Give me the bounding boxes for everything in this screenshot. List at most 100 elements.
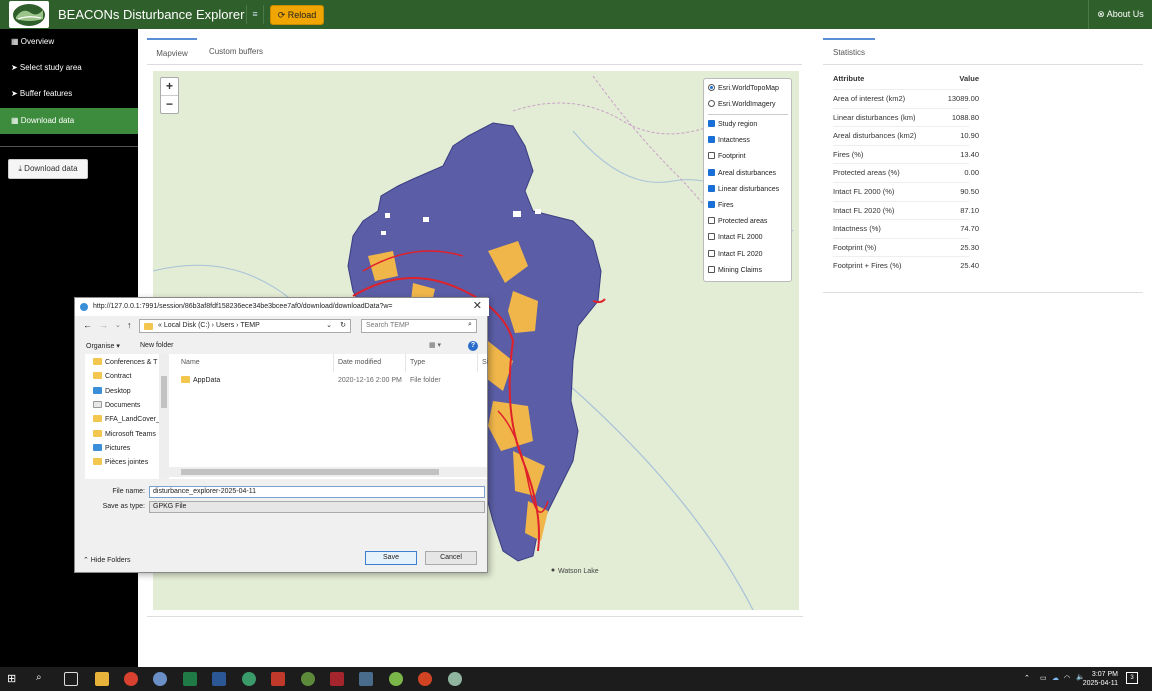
basemap-option-worldimagery[interactable]: Esri.WorldImagery: [708, 99, 775, 111]
stat-attribute: Footprint + Fires (%): [833, 261, 902, 270]
file-row-name[interactable]: AppData: [181, 374, 220, 388]
stat-value: 25.30: [960, 243, 979, 252]
tab-statistics[interactable]: Statistics: [823, 38, 875, 65]
chevron-down-icon[interactable]: ⌄: [326, 320, 332, 332]
file-name: AppData: [193, 377, 221, 384]
notifications-icon[interactable]: 3: [1126, 672, 1138, 684]
save-button[interactable]: Save: [365, 551, 417, 565]
column-header-type[interactable]: Type: [410, 356, 425, 370]
sidebar-item-buffer-features[interactable]: ➤ Buffer features: [0, 81, 138, 107]
app-icon[interactable]: [242, 672, 256, 686]
network-icon[interactable]: ▭: [1040, 674, 1047, 682]
help-icon[interactable]: ?: [468, 341, 478, 351]
task-view-icon[interactable]: [64, 672, 78, 686]
search-input[interactable]: Search TEMP: [361, 319, 477, 333]
column-header-name[interactable]: Name: [181, 356, 200, 370]
checkbox-checked-icon[interactable]: [708, 119, 715, 127]
checkbox-checked-icon[interactable]: [708, 184, 715, 192]
sidebar-item-overview[interactable]: ▦ Overview: [0, 29, 138, 55]
tree-item-label: Conferences & T: [105, 359, 158, 366]
folder-tree: Conferences & T Contract Desktop Documen…: [85, 354, 169, 479]
layer-toggle-fires[interactable]: Fires: [708, 200, 734, 212]
r-app-icon[interactable]: [153, 672, 167, 686]
reload-button[interactable]: ⟳ Reload: [270, 5, 324, 25]
radio-icon[interactable]: [708, 99, 715, 107]
app-icon[interactable]: [301, 672, 315, 686]
forward-arrow-icon[interactable]: →: [99, 320, 108, 330]
app-icon[interactable]: [448, 672, 462, 686]
download-data-button[interactable]: ⤓ Download data: [8, 159, 88, 179]
new-folder-button[interactable]: New folder: [140, 342, 173, 349]
chrome-icon[interactable]: [124, 672, 138, 686]
layer-toggle-protected-areas[interactable]: Protected areas: [708, 216, 767, 228]
close-icon[interactable]: ✕: [473, 299, 482, 312]
organise-button[interactable]: Organise ▾: [86, 342, 120, 350]
folder-icon: [93, 357, 102, 365]
layer-toggle-areal-disturbances[interactable]: Areal disturbances: [708, 168, 776, 180]
column-header-size[interactable]: Si: [482, 356, 488, 370]
search-icon[interactable]: ⌕: [36, 672, 50, 686]
basemap-option-worldtopomap[interactable]: Esri.WorldTopoMap: [708, 83, 779, 95]
beacons-logo[interactable]: [9, 1, 49, 28]
tab-custom-buffers[interactable]: Custom buffers: [203, 38, 269, 65]
checkbox-icon[interactable]: [708, 151, 715, 159]
radio-selected-icon[interactable]: [708, 83, 715, 91]
layer-toggle-footprint[interactable]: Footprint: [708, 151, 746, 163]
word-icon[interactable]: [212, 672, 226, 686]
scrollbar-thumb[interactable]: [181, 469, 439, 475]
checkbox-icon[interactable]: [708, 232, 715, 240]
acrobat-icon[interactable]: [271, 672, 285, 686]
scrollbar-thumb[interactable]: [161, 376, 167, 408]
checkbox-icon[interactable]: [708, 216, 715, 224]
about-us-link[interactable]: ⊗ About Us: [1088, 0, 1152, 29]
tree-item-label: Pictures: [105, 445, 131, 452]
hide-folders-button[interactable]: ⌃ Hide Folders: [83, 556, 131, 564]
app-icon[interactable]: [359, 672, 373, 686]
sidebar-item-select-study-area[interactable]: ➤ Select study area: [0, 55, 138, 81]
cancel-button[interactable]: Cancel: [425, 551, 477, 565]
file-explorer-icon[interactable]: [95, 672, 109, 686]
layer-toggle-intact-fl-2020[interactable]: Intact FL 2020: [708, 249, 763, 261]
checkbox-icon[interactable]: [708, 265, 715, 273]
up-arrow-icon[interactable]: ↑: [127, 320, 132, 330]
column-header-date[interactable]: Date modified: [338, 356, 381, 370]
logo-icon: [13, 4, 45, 26]
folder-icon: [181, 375, 190, 383]
hamburger-icon[interactable]: ≡: [246, 5, 264, 24]
excel-icon[interactable]: [183, 672, 197, 686]
checkbox-checked-icon[interactable]: [708, 200, 715, 208]
folder-tree-scrollbar[interactable]: [159, 354, 169, 479]
checkbox-checked-icon[interactable]: [708, 168, 715, 176]
checkbox-checked-icon[interactable]: [708, 135, 715, 143]
view-options-icon[interactable]: ▦ ▾: [429, 341, 441, 349]
file-name-input[interactable]: disturbance_explorer-2025-04-11: [149, 486, 485, 498]
chevron-up-icon[interactable]: ⌃: [1024, 674, 1030, 682]
clock[interactable]: 3:07 PM 2025-04-11: [1078, 670, 1118, 688]
back-arrow-icon[interactable]: ←: [83, 320, 92, 330]
zoom-in-button[interactable]: +: [161, 78, 178, 96]
chevron-down-icon[interactable]: ⌄: [115, 321, 121, 329]
layer-toggle-intactness[interactable]: Intactness: [708, 135, 750, 147]
zoom-out-button[interactable]: −: [161, 96, 178, 114]
file-list: Name Date modified Type Si AppData 2020-…: [169, 354, 488, 479]
refresh-icon[interactable]: ↻: [340, 320, 346, 332]
table-row: Areal disturbances (km2) 10.90: [833, 126, 979, 144]
wifi-icon[interactable]: ◠: [1064, 674, 1070, 682]
powerpoint-icon[interactable]: [418, 672, 432, 686]
checkbox-icon[interactable]: [708, 249, 715, 257]
onedrive-icon[interactable]: ☁: [1052, 674, 1059, 682]
path-breadcrumb[interactable]: « Local Disk (C:) › Users › TEMP ⌄ ↻: [139, 319, 351, 333]
sidebar-item-download-data[interactable]: ▦ Download data: [0, 108, 138, 134]
tab-mapview[interactable]: Mapview: [147, 38, 197, 65]
layer-toggle-linear-disturbances[interactable]: Linear disturbances: [708, 184, 779, 196]
save-type-select[interactable]: GPKG File: [149, 501, 485, 513]
qgis-icon[interactable]: [389, 672, 403, 686]
layer-toggle-mining-claims[interactable]: Mining Claims: [708, 265, 762, 277]
stat-attribute: Intactness (%): [833, 224, 881, 233]
windows-start-icon[interactable]: ⊞: [7, 672, 21, 686]
access-icon[interactable]: [330, 672, 344, 686]
layer-toggle-intact-fl-2000[interactable]: Intact FL 2000: [708, 232, 763, 244]
table-row: Linear disturbances (km) 1088.80: [833, 108, 979, 126]
layer-toggle-study-region[interactable]: Study region: [708, 119, 757, 131]
file-list-scrollbar[interactable]: [169, 467, 487, 477]
